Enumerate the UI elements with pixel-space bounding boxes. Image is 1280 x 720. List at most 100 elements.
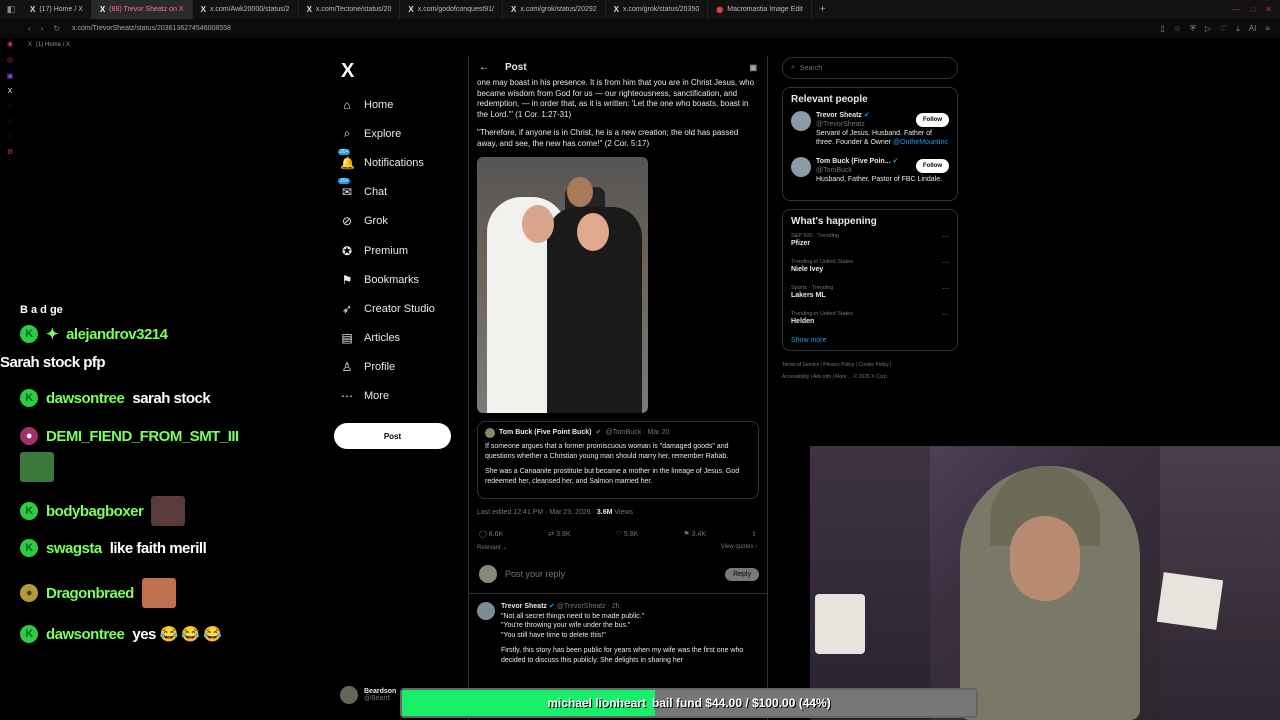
back-icon[interactable]: ‹ [28,24,31,33]
person-bio: Husband, Father, Pastor of FBC Lindale. [816,176,943,183]
quoted-post[interactable]: Tom Buck (Five Point Buck) ✔ @TomBuck · … [477,421,759,499]
reader-panel-icon[interactable]: ▣ [749,63,757,72]
browser-menu-icon[interactable]: ◧ [0,4,22,15]
view-quotes-link[interactable]: View quotes › [721,544,757,551]
close-icon[interactable]: ✕ [1265,5,1272,14]
shield-icon[interactable]: ⛨ [1190,24,1196,34]
nav-item-profile[interactable]: ♙ Profile [334,353,464,382]
verified-badge-icon: ✔ [863,112,870,119]
like-action[interactable]: ♡ 5.8K [616,530,639,538]
bookmark-action[interactable]: ⚑ 3.4K [683,530,706,538]
settings-icon[interactable]: ⚙ [7,148,13,156]
repost-action[interactable]: ⇄ 3.8K [548,530,570,538]
reply-button[interactable]: Reply [725,567,759,581]
trend-item[interactable]: Sports · Trending Lakers ML ⋯ [791,285,949,301]
browser-tab[interactable]: ◉ Macromastia Image Edit [708,0,812,19]
heart-icon: ♡ [615,531,622,538]
download-icon[interactable]: ⤓ [1236,24,1240,34]
person-name: Tom Buck (Five Poin... [816,158,891,165]
browser-tab[interactable]: Xx.com/grok/status/20292 [503,0,606,19]
chat-username: bodybagboxer [46,502,144,520]
nav-item-creator-studio[interactable]: ➶ Creator Studio [334,294,464,323]
browser-tab-active[interactable]: X (88) Trevor Sheatz on X [91,0,193,19]
more-icon[interactable]: ⋯ [942,259,949,275]
x-sidebar-icon[interactable]: X [8,88,13,95]
document-icon: ▤ [341,331,353,346]
nav-item-notifications[interactable]: 🔔 20+ Notifications [334,148,464,177]
chat-message: K dawsontree sarah stock [20,384,320,412]
twitch-icon[interactable]: ▣ [7,72,14,80]
browser-tab[interactable]: Xx.com/grok/status/20350 [606,0,709,19]
reply-composer: Post your reply Reply [469,551,767,594]
x-icon: X [306,5,312,14]
nav-item-chat[interactable]: ✉ 20+ Chat [334,178,464,207]
url-field[interactable]: x.com/TrevorSheatz/status/20361362745460… [72,25,231,32]
sidebar-icon[interactable]: ◉ [7,40,13,48]
reload-icon[interactable]: ↻ [53,24,60,33]
bio-link[interactable]: @OntheMountInc [893,139,948,146]
person-item[interactable]: Trevor Sheatz ✔ @TrevorSheatz Follow Ser… [791,111,949,147]
chat-username: dawsontree [46,625,125,643]
account-name: Beardson [364,688,397,695]
trend-title: Pfizer [791,240,811,247]
nav-item-articles[interactable]: ▤ Articles [334,324,464,353]
reply-post[interactable]: Trevor Sheatz ✔ @TrevorSheatz · 2h "Not … [469,594,767,679]
browser-sidebar: ◉ ◎ ▣ X ◌ ◌ ◌ ⚙ [0,38,20,720]
reply-input[interactable]: Post your reply [505,569,565,579]
post-button[interactable]: Post [334,423,451,450]
sidebar-icon[interactable]: ◎ [7,56,13,64]
sidebar-icon[interactable]: ◌ [8,103,12,110]
trend-item[interactable]: Trending in United States Helden ⋯ [791,311,949,327]
chat-username: DEMI_FIEND_FROM_SMT_III [46,427,239,445]
nav-item-explore[interactable]: ⌕ Explore [334,119,464,148]
bookmark-item[interactable]: (1) Home / X [36,42,70,48]
wedding-photo[interactable] [477,157,648,413]
x-logo-icon[interactable]: X [341,60,464,82]
trend-item[interactable]: Trending in United States Niele Ivey ⋯ [791,259,949,275]
account-switcher[interactable]: Beardson @Beard [340,686,396,704]
nav-item-premium[interactable]: ✪ Premium [334,236,464,265]
forward-icon[interactable]: › [41,24,44,33]
bookmark-star-icon[interactable]: ☆ [1174,24,1181,34]
chat-text: yes 😂 😂 😂 [132,626,222,643]
back-arrow-icon[interactable]: ← [479,62,489,73]
x-icon: X [99,5,106,14]
more-icon[interactable]: ⋯ [942,311,949,327]
more-icon[interactable]: ⋯ [942,233,949,249]
emote-icon [151,496,186,526]
nav-item-home[interactable]: ⌂ Home [334,90,464,119]
person-item[interactable]: Tom Buck (Five Poin... ✔ @TomBuck Follow… [791,157,949,184]
grok-icon: ⊘ [341,214,353,229]
ai-icon[interactable]: AI [1249,24,1257,34]
reply-action[interactable]: ◯ 8.6K [479,530,503,538]
browser-tab[interactable]: Xx.com/godofconquest91/ [400,0,504,19]
trend-item[interactable]: S&P 500 · Trending Pfizer ⋯ [791,233,949,249]
show-more-link[interactable]: Show more [791,337,949,344]
extension-icon[interactable]: ▯ [1160,24,1164,34]
sort-dropdown[interactable]: Relevant ⌄ [477,544,507,551]
search-input[interactable]: ⌕ Search [782,57,958,79]
minimize-icon[interactable]: — [1232,5,1240,14]
share-icon[interactable]: ⇪ [751,530,757,538]
sidebar-icon[interactable]: ◌ [8,133,12,140]
chat-message: K ✦ alejandrov3214 [20,320,320,348]
chat-text: sarah stock [132,389,211,407]
follow-button[interactable]: Follow [916,159,949,173]
follow-button[interactable]: Follow [916,113,949,127]
heart-icon[interactable]: ♡ [1220,24,1227,34]
quoted-paragraph: If someone argues that a former promiscu… [485,443,729,460]
nav-item-more[interactable]: ⋯ More [334,382,464,411]
browser-toolbar: ▯ ☆ ⛨ ▷ ♡ ⤓ AI ≡ [1160,24,1280,34]
play-icon[interactable]: ▷ [1205,24,1211,34]
nav-item-grok[interactable]: ⊘ Grok [334,207,464,236]
sidebar-icon[interactable]: ◌ [8,118,12,125]
browser-tab[interactable]: Xx.com/Awk20000/status/2 [193,0,299,19]
browser-tab[interactable]: Xx.com/Tectone/status/20 [299,0,401,19]
reply-line: "You're throwing your wife under the bus… [501,622,631,629]
maximize-icon[interactable]: □ [1250,5,1255,14]
new-tab-button[interactable]: + [812,4,834,15]
more-icon[interactable]: ⋯ [942,285,949,301]
browser-tab[interactable]: X (17) Home / X [22,0,92,19]
nav-item-bookmarks[interactable]: ⚑ Bookmarks [334,265,464,294]
menu-icon[interactable]: ≡ [1265,24,1270,34]
